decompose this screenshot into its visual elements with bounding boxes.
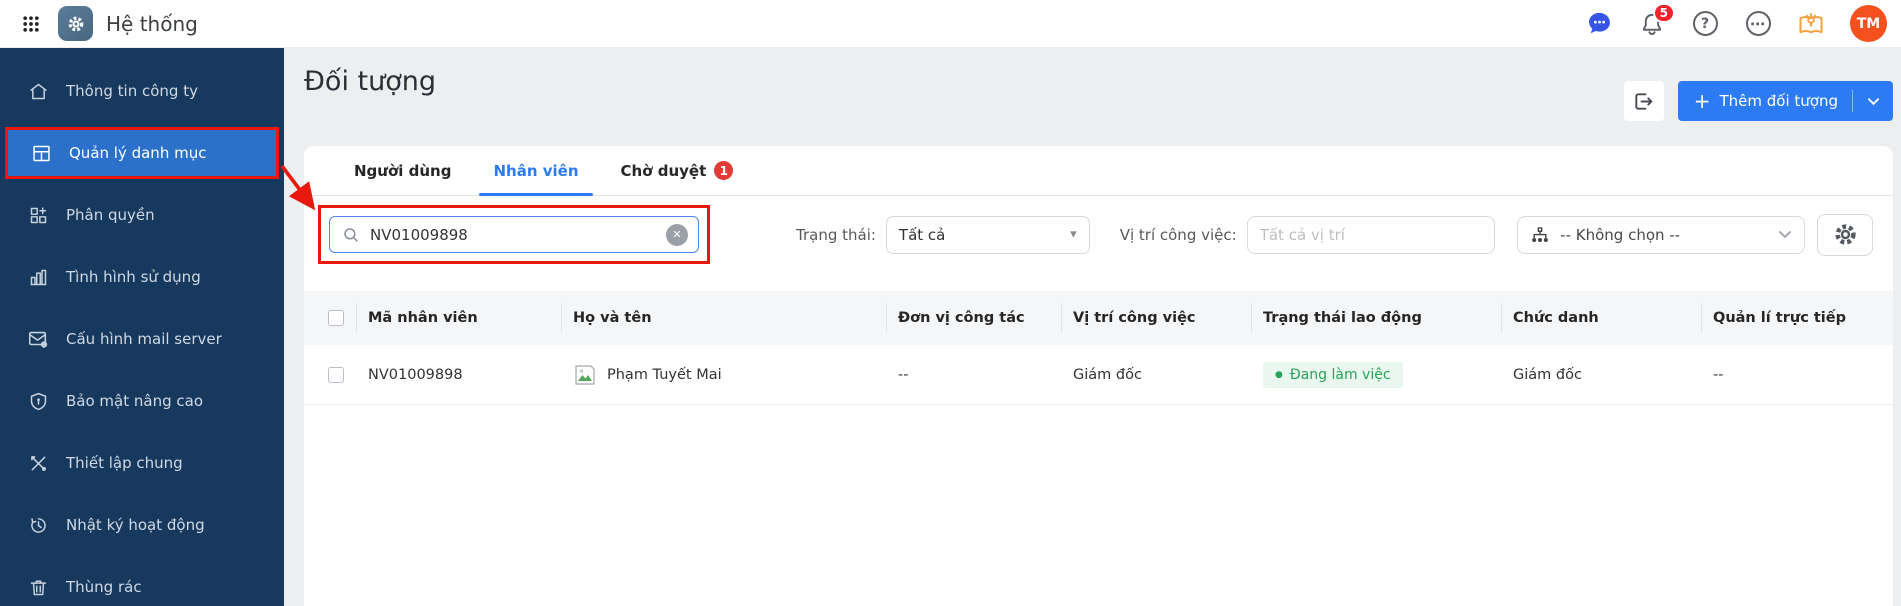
chat-icon[interactable] bbox=[1585, 10, 1613, 38]
filter-toolbar: ✕ Trạng thái: Tất cả ▾ Vị trí công việc:… bbox=[304, 196, 1893, 277]
sidebar-item-label: Quản lý danh mục bbox=[69, 144, 207, 162]
history-icon bbox=[27, 514, 49, 536]
caret-down-icon: ▾ bbox=[1070, 227, 1077, 242]
handbook-icon[interactable] bbox=[1797, 10, 1825, 38]
sidebar-item-label: Phân quyền bbox=[66, 206, 155, 224]
sidebar-item-tinh-hinh-su-dung[interactable]: Tình hình sử dụng bbox=[0, 246, 284, 308]
table-settings-button[interactable] bbox=[1817, 213, 1873, 256]
home-icon bbox=[27, 80, 49, 102]
cell-position: Giám đốc bbox=[1073, 366, 1142, 383]
gear-icon bbox=[1832, 221, 1859, 248]
table-header-row: Mã nhân viên Họ và tên Đơn vị công tác V… bbox=[304, 291, 1893, 345]
status-filter-label: Trạng thái: bbox=[796, 225, 876, 244]
sidebar-item-label: Thiết lập chung bbox=[66, 454, 183, 472]
topbar: Hệ thống 5 ? ⋯ TM bbox=[0, 0, 1901, 48]
sidebar-item-cau-hinh-mail-server[interactable]: Cấu hình mail server bbox=[0, 308, 284, 370]
column-header: Chức danh bbox=[1501, 303, 1701, 333]
notification-count-badge: 5 bbox=[1652, 2, 1675, 23]
sidebar-item-label: Cấu hình mail server bbox=[66, 330, 222, 348]
tools-icon bbox=[27, 452, 49, 474]
org-unit-select[interactable]: -- Không chọn -- bbox=[1517, 215, 1806, 254]
tab-bar: Người dùng Nhân viên Chờ duyệt 1 bbox=[304, 146, 1893, 196]
sidebar-item-nhat-ky-hoat-dong[interactable]: Nhật ký hoạt động bbox=[0, 494, 284, 556]
broken-image-icon bbox=[573, 364, 597, 386]
content-card: Người dùng Nhân viên Chờ duyệt 1 NV01009… bbox=[304, 146, 1893, 606]
plus-icon: + bbox=[1693, 89, 1711, 113]
column-header: Đơn vị công tác bbox=[886, 303, 1061, 333]
tab-nguoi-dung[interactable]: Người dùng bbox=[354, 146, 451, 195]
column-header: Họ và tên bbox=[561, 303, 886, 333]
trash-icon bbox=[27, 576, 49, 598]
cell-job-title: Giám đốc bbox=[1513, 366, 1582, 383]
select-all-checkbox[interactable] bbox=[328, 310, 344, 326]
status-filter-select[interactable]: Tất cả ▾ bbox=[885, 215, 1090, 254]
page-title: Đối tượng bbox=[304, 66, 436, 97]
cell-employee-code: NV01009898 bbox=[368, 366, 463, 383]
permission-icon bbox=[27, 204, 49, 226]
user-avatar[interactable]: TM bbox=[1850, 5, 1887, 42]
status-dot-icon: ● bbox=[1275, 369, 1283, 380]
more-options-icon[interactable]: ⋯ bbox=[1744, 10, 1772, 38]
row-checkbox[interactable] bbox=[328, 366, 344, 383]
search-annotation-box: ✕ bbox=[318, 205, 710, 264]
org-chart-icon bbox=[1530, 225, 1550, 245]
employee-table: Mã nhân viên Họ và tên Đơn vị công tác V… bbox=[304, 291, 1893, 405]
sidebar-item-label: Tình hình sử dụng bbox=[66, 268, 201, 286]
clear-search-icon[interactable]: ✕ bbox=[666, 223, 688, 246]
sidebar-item-thung-rac[interactable]: Thùng rác bbox=[0, 556, 284, 606]
sidebar-item-phan-quyen[interactable]: Phân quyền bbox=[0, 184, 284, 246]
sidebar-item-label: Nhật ký hoạt động bbox=[66, 516, 205, 534]
search-icon bbox=[342, 226, 360, 244]
position-filter-label: Vị trí công việc: bbox=[1119, 225, 1237, 244]
status-badge: ● Đang làm việc bbox=[1263, 361, 1403, 388]
sidebar-item-label: Bảo mật nâng cao bbox=[66, 392, 203, 410]
search-input[interactable] bbox=[370, 225, 656, 244]
cell-unit: -- bbox=[898, 366, 909, 383]
sidebar-item-bao-mat-nang-cao[interactable]: Bảo mật nâng cao bbox=[0, 370, 284, 432]
table-row[interactable]: NV01009898 Phạm Tuyết Mai -- Giám đốc ● … bbox=[304, 345, 1893, 405]
app-title: Hệ thống bbox=[106, 11, 198, 36]
export-button[interactable] bbox=[1623, 81, 1664, 121]
sidebar-item-thiet-lap-chung[interactable]: Thiết lập chung bbox=[0, 432, 284, 494]
help-icon[interactable]: ? bbox=[1691, 10, 1719, 38]
search-field: ✕ bbox=[329, 216, 699, 253]
column-header: Vị trí công việc bbox=[1061, 303, 1251, 333]
sidebar-item-label: Thông tin công ty bbox=[66, 82, 198, 100]
tab-nhan-vien[interactable]: Nhân viên bbox=[479, 146, 593, 196]
cell-full-name: Phạm Tuyết Mai bbox=[561, 364, 886, 386]
usage-chart-icon bbox=[27, 266, 49, 288]
system-app-gear-icon[interactable] bbox=[58, 6, 93, 41]
sidebar-item-quan-ly-danh-muc[interactable]: Quản lý danh mục bbox=[5, 127, 279, 179]
position-filter-input[interactable] bbox=[1246, 215, 1496, 254]
column-header: Quản lí trực tiếp bbox=[1701, 303, 1893, 333]
column-header: Trạng thái lao động bbox=[1251, 303, 1501, 333]
catalog-icon bbox=[30, 142, 52, 164]
chevron-down-icon bbox=[1867, 97, 1880, 106]
main-content: Đối tượng + Thêm đối tượng Người dùng Nh… bbox=[284, 48, 1901, 606]
pending-count-badge: 1 bbox=[714, 161, 734, 180]
sidebar-item-thong-tin-cong-ty[interactable]: Thông tin công ty bbox=[0, 60, 284, 122]
mail-settings-icon bbox=[27, 328, 49, 350]
sidebar-item-label: Thùng rác bbox=[66, 578, 142, 596]
cell-status: ● Đang làm việc bbox=[1251, 361, 1501, 388]
app-launcher-grid-icon[interactable] bbox=[16, 9, 46, 39]
add-object-button[interactable]: + Thêm đối tượng bbox=[1677, 81, 1893, 121]
column-header: Mã nhân viên bbox=[356, 303, 561, 333]
sidebar: Thông tin công ty Quản lý danh mục Phân … bbox=[0, 48, 284, 606]
tab-cho-duyet[interactable]: Chờ duyệt 1 bbox=[621, 146, 734, 195]
notification-bell-icon[interactable]: 5 bbox=[1638, 2, 1675, 38]
cell-manager: -- bbox=[1713, 366, 1724, 383]
chevron-down-icon bbox=[1778, 230, 1792, 239]
export-icon bbox=[1632, 90, 1655, 113]
shield-icon bbox=[27, 390, 49, 412]
add-object-dropdown-button[interactable] bbox=[1853, 81, 1893, 121]
